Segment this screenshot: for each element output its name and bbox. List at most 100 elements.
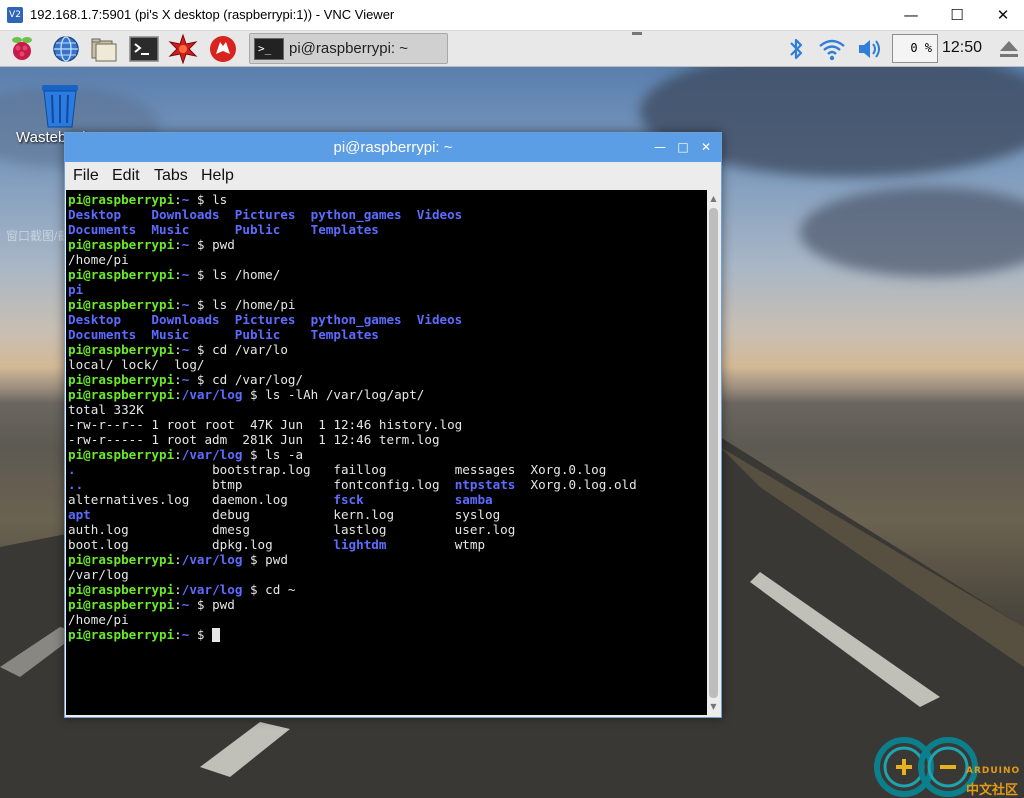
- terminal-line: alternatives.log daemon.log fsck samba: [68, 492, 493, 507]
- terminal-text-segment: $ ls /home/: [189, 267, 281, 282]
- volume-icon[interactable]: [855, 34, 885, 64]
- terminal-text-segment: :: [174, 387, 182, 402]
- scrollbar-thumb[interactable]: [709, 208, 718, 698]
- terminal-line: pi@raspberrypi:~ $ pwd: [68, 597, 235, 612]
- scroll-down-arrow-icon[interactable]: ▼: [707, 700, 720, 713]
- clock[interactable]: 12:50: [942, 39, 982, 57]
- scroll-up-arrow-icon[interactable]: ▲: [707, 192, 720, 205]
- terminal-output[interactable]: pi@raspberrypi:~ $ ls Desktop Downloads P…: [66, 190, 707, 715]
- terminal-text-segment: -rw-r--r-- 1 root root 47K Jun 1 12:46 h…: [68, 417, 463, 432]
- web-browser-icon[interactable]: [51, 34, 81, 64]
- terminal-line: Documents Music Public Templates: [68, 222, 379, 237]
- terminal-line: total 332K: [68, 402, 144, 417]
- terminal-text-segment: $ cd /var/lo: [189, 342, 288, 357]
- terminal-text-segment: total 332K: [68, 402, 144, 417]
- terminal-text-segment: ..: [68, 477, 84, 492]
- terminal-icon[interactable]: [129, 34, 159, 64]
- terminal-line: local/ lock/ log/: [68, 357, 204, 372]
- terminal-line: Desktop Downloads Pictures python_games …: [68, 207, 462, 222]
- terminal-text-segment: fsck: [333, 492, 364, 507]
- terminal-line: pi@raspberrypi:/var/log $ pwd: [68, 552, 288, 567]
- terminal-text-segment: :: [174, 552, 182, 567]
- terminal-text-segment: wtmp: [386, 537, 486, 552]
- mathematica-icon[interactable]: [168, 34, 198, 64]
- terminal-text-segment: pi@raspberrypi: [68, 237, 175, 252]
- terminal-scrollbar[interactable]: ▲ ▼: [707, 190, 720, 715]
- terminal-text-segment: ntpstats: [454, 477, 516, 492]
- terminal-line: pi@raspberrypi:~ $: [68, 627, 221, 642]
- wolfram-icon[interactable]: [208, 34, 238, 64]
- wastebasket-icon[interactable]: [36, 81, 84, 131]
- terminal-text-segment: :: [174, 192, 182, 207]
- raspberry-menu-icon[interactable]: [7, 34, 37, 64]
- terminal-text-segment: $ ls: [189, 192, 228, 207]
- terminal-window[interactable]: pi@raspberrypi: ~ — □ ✕ File Edit Tabs H…: [64, 132, 722, 718]
- terminal-text-segment: pi@raspberrypi: [68, 297, 175, 312]
- terminal-text-segment: Desktop Downloads Pictures python_games …: [68, 207, 463, 222]
- terminal-text-segment: local/ lock/ log/: [68, 357, 205, 372]
- terminal-text-segment: pi@raspberrypi: [68, 372, 175, 387]
- terminal-text-segment: pi@raspberrypi: [68, 552, 175, 567]
- terminal-text-segment: $ pwd: [189, 597, 235, 612]
- terminal-text-segment: pi@raspberrypi: [68, 582, 175, 597]
- terminal-line: pi@raspberrypi:~ $ ls /home/: [68, 267, 280, 282]
- terminal-line: -rw-r--r-- 1 root root 47K Jun 1 12:46 h…: [68, 417, 462, 432]
- terminal-line: pi@raspberrypi:/var/log $ ls -lAh /var/l…: [68, 387, 424, 402]
- terminal-text-segment: /var/log: [181, 387, 243, 402]
- terminal-line: /home/pi: [68, 252, 129, 267]
- terminal-line: pi@raspberrypi:/var/log $ cd ~: [68, 582, 296, 597]
- terminal-line: apt debug kern.log syslog: [68, 507, 500, 522]
- menu-file[interactable]: File: [73, 167, 99, 185]
- terminal-cursor: [212, 628, 221, 642]
- file-manager-icon[interactable]: [89, 34, 119, 64]
- wifi-icon[interactable]: [817, 34, 847, 64]
- terminal-line: -rw-r----- 1 root adm 281K Jun 1 12:46 t…: [68, 432, 440, 447]
- minimize-button[interactable]: —: [888, 0, 934, 30]
- menu-help[interactable]: Help: [201, 167, 234, 185]
- menu-edit[interactable]: Edit: [112, 167, 140, 185]
- maximize-button[interactable]: ☐: [934, 0, 980, 30]
- terminal-maximize-button[interactable]: □: [676, 140, 690, 154]
- terminal-text-segment: lightdm: [333, 537, 387, 552]
- terminal-text-segment: $ ls /home/pi: [189, 297, 296, 312]
- terminal-text-segment: apt: [68, 507, 91, 522]
- terminal-line: pi@raspberrypi:~ $ cd /var/lo: [68, 342, 288, 357]
- bluetooth-icon[interactable]: [781, 34, 811, 64]
- taskbar-terminal-button[interactable]: >_ pi@raspberrypi: ~: [249, 33, 448, 64]
- terminal-line: pi@raspberrypi:~ $ cd /var/log/: [68, 372, 303, 387]
- terminal-text-segment: pi@raspberrypi: [68, 267, 175, 282]
- terminal-text-segment: :: [174, 237, 182, 252]
- terminal-line: pi@raspberrypi:~ $ pwd: [68, 237, 235, 252]
- terminal-text-segment: $ pwd: [189, 237, 235, 252]
- terminal-text-segment: Desktop Downloads Pictures python_games …: [68, 312, 463, 327]
- terminal-text-segment: /home/pi: [68, 612, 129, 627]
- terminal-text-segment: $ ls -a: [242, 447, 304, 462]
- terminal-title-bar[interactable]: pi@raspberrypi: ~ — □ ✕: [65, 133, 721, 162]
- terminal-text-segment: debug kern.log syslog: [90, 507, 501, 522]
- terminal-mini-icon: >_: [254, 38, 284, 60]
- vnc-window-title: 192.168.1.7:5901 (pi's X desktop (raspbe…: [30, 7, 395, 22]
- ghost-overlay-text: 窗口截图/截: [6, 229, 70, 243]
- terminal-menu-bar: File Edit Tabs Help: [65, 162, 721, 190]
- terminal-text-segment: /var/log: [181, 552, 243, 567]
- terminal-line: . bootstrap.log faillog messages Xorg.0.…: [68, 462, 606, 477]
- terminal-text-segment: btmp fontconfig.log: [83, 477, 455, 492]
- menu-tabs[interactable]: Tabs: [154, 167, 188, 185]
- terminal-line: /home/pi: [68, 612, 129, 627]
- terminal-text-segment: :: [174, 582, 182, 597]
- cpu-usage-monitor[interactable]: 0 %: [892, 34, 938, 63]
- terminal-line: /var/log: [68, 567, 129, 582]
- eject-icon[interactable]: [996, 35, 1022, 63]
- terminal-text-segment: pi: [68, 282, 84, 297]
- terminal-text-segment: $ cd /var/log/: [189, 372, 304, 387]
- terminal-line: auth.log dmesg lastlog user.log: [68, 522, 515, 537]
- terminal-text-segment: :: [174, 627, 182, 642]
- terminal-close-button[interactable]: ✕: [699, 140, 713, 154]
- terminal-text-segment: auth.log dmesg lastlog user.log: [68, 522, 516, 537]
- terminal-text-segment: .: [68, 462, 76, 477]
- close-button[interactable]: ✕: [980, 0, 1024, 30]
- terminal-line: .. btmp fontconfig.log ntpstats Xorg.0.l…: [68, 477, 637, 492]
- vnc-title-bar: V2 192.168.1.7:5901 (pi's X desktop (ras…: [0, 0, 1024, 31]
- terminal-minimize-button[interactable]: —: [653, 140, 667, 154]
- terminal-text-segment: pi@raspberrypi: [68, 597, 175, 612]
